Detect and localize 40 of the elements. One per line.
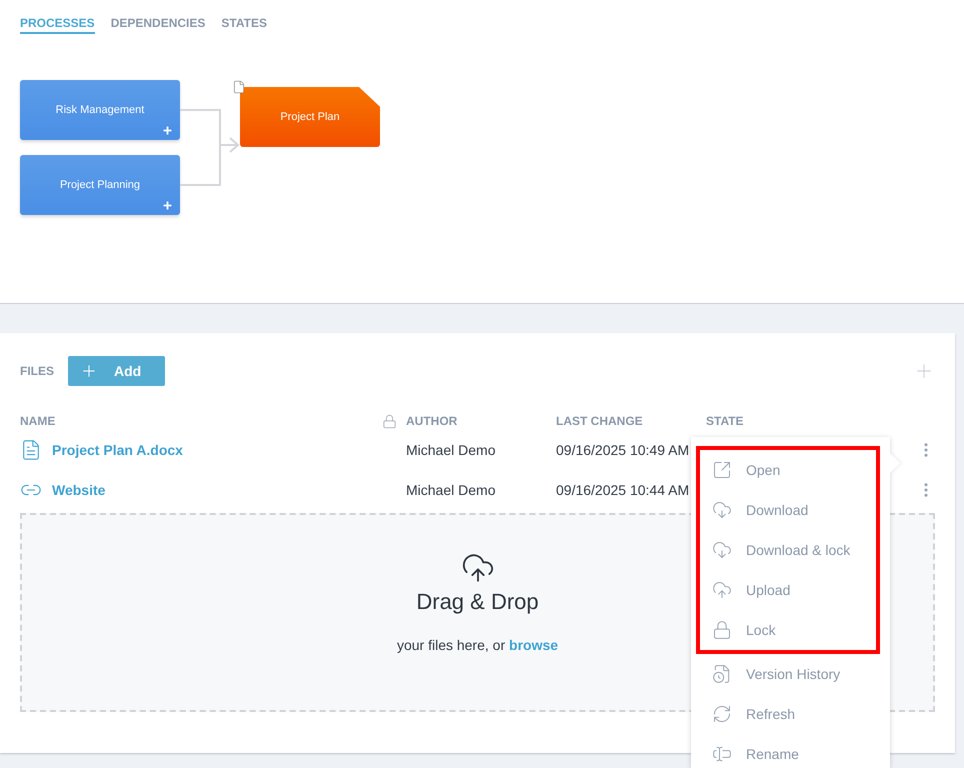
menu-item[interactable]: Upload bbox=[700, 570, 876, 610]
plus-icon bbox=[162, 125, 173, 136]
file-link[interactable]: Website bbox=[52, 482, 106, 498]
menu-item[interactable]: Lock bbox=[700, 610, 876, 650]
lock-icon bbox=[382, 414, 397, 428]
column-header: LAST CHANGE bbox=[556, 414, 644, 428]
browse-link[interactable]: browse bbox=[509, 637, 558, 653]
add-button[interactable]: Add bbox=[68, 356, 166, 386]
column-header: STATE bbox=[706, 414, 745, 428]
process-node[interactable]: Risk Management bbox=[20, 80, 180, 140]
tab[interactable]: PROCESSES bbox=[20, 16, 95, 34]
menu-item-icon bbox=[712, 500, 732, 520]
plus-icon bbox=[162, 200, 173, 211]
date-cell-text: 09/16/2025 10:49 AM bbox=[556, 442, 690, 458]
file-icon bbox=[20, 439, 42, 461]
drop-title: Drag & Drop bbox=[416, 589, 539, 615]
menu-item-icon bbox=[712, 620, 732, 640]
tab[interactable]: STATES bbox=[221, 16, 267, 34]
tab[interactable]: DEPENDENCIES bbox=[110, 16, 206, 34]
menu-item-icon bbox=[712, 540, 732, 560]
menu-item[interactable]: Download & lock bbox=[700, 530, 876, 570]
author-cell-text: Michael Demo bbox=[406, 482, 496, 498]
section-title: FILES bbox=[20, 364, 54, 378]
document-node[interactable]: Project Plan bbox=[240, 87, 380, 147]
date-cell-text: 09/16/2025 10:44 AM bbox=[556, 482, 690, 498]
menu-item[interactable]: Open bbox=[700, 450, 876, 490]
menu-item-icon bbox=[712, 664, 732, 684]
menu-item[interactable]: Version History bbox=[700, 654, 890, 694]
column-header: NAME bbox=[20, 414, 56, 428]
menu-item[interactable]: Rename bbox=[700, 734, 890, 768]
menu-item-icon bbox=[712, 460, 732, 480]
document-icon bbox=[232, 80, 246, 94]
menu-item-icon bbox=[712, 580, 732, 600]
menu-item-icon bbox=[712, 704, 732, 724]
menu-item-icon bbox=[712, 744, 732, 764]
file-link[interactable]: Project Plan A.docx bbox=[52, 442, 183, 458]
column-header: AUTHOR bbox=[406, 414, 458, 428]
process-node[interactable]: Project Planning bbox=[20, 155, 180, 215]
author-cell-text: Michael Demo bbox=[406, 442, 496, 458]
drop-text: your files here, or browse bbox=[396, 637, 558, 653]
